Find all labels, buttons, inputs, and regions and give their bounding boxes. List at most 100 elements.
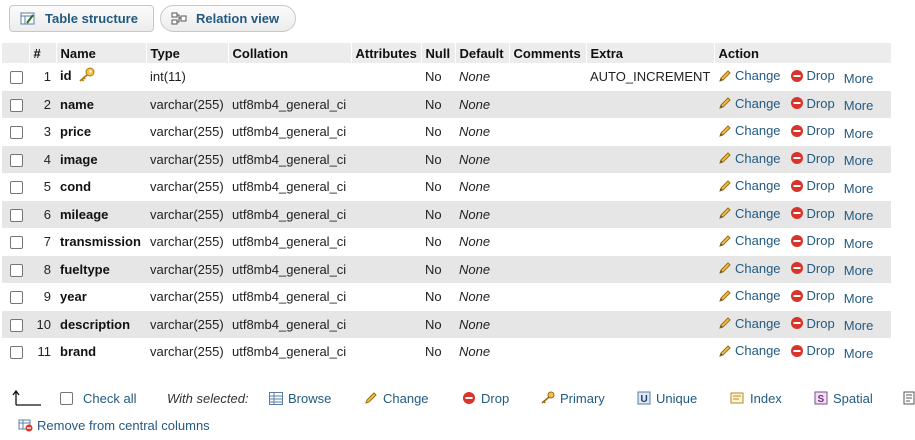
column-name-cell: brand bbox=[56, 338, 146, 366]
svg-text:U: U bbox=[641, 394, 648, 405]
change-label: Change bbox=[735, 343, 781, 358]
row-checkbox[interactable] bbox=[10, 346, 23, 360]
more-button[interactable]: More bbox=[844, 126, 874, 141]
change-button[interactable]: Change bbox=[718, 206, 781, 221]
row-actions: Change Drop More bbox=[714, 63, 891, 91]
column-name: mileage bbox=[60, 206, 109, 222]
change-button[interactable]: Change bbox=[718, 178, 781, 193]
change-label: Change bbox=[735, 288, 781, 303]
row-select-cell bbox=[2, 255, 29, 283]
more-button[interactable]: More bbox=[844, 346, 874, 361]
more-button[interactable]: More bbox=[844, 318, 874, 333]
column-default: None bbox=[459, 344, 491, 360]
column-header-type[interactable]: Type bbox=[146, 43, 229, 63]
change-button[interactable]: Change bbox=[718, 151, 781, 166]
drop-icon bbox=[790, 207, 803, 219]
more-button[interactable]: More bbox=[844, 71, 874, 86]
row-checkbox[interactable] bbox=[10, 263, 23, 277]
column-header-collation[interactable]: Collation bbox=[228, 43, 352, 63]
bulk-browse-button[interactable]: Browse bbox=[269, 388, 331, 408]
column-collation: utf8mb4_general_ci bbox=[232, 234, 347, 250]
row-checkbox[interactable] bbox=[10, 181, 23, 195]
spatial-icon: S bbox=[814, 391, 828, 405]
bulk-unique-button[interactable]: U Unique bbox=[637, 388, 697, 408]
column-attributes bbox=[351, 118, 421, 146]
drop-button[interactable]: Drop bbox=[790, 206, 835, 221]
drop-button[interactable]: Drop bbox=[790, 123, 835, 138]
row-checkbox[interactable] bbox=[10, 71, 23, 85]
more-button[interactable]: More bbox=[844, 263, 874, 278]
column-header-name[interactable]: Name bbox=[56, 43, 147, 63]
column-header-comments[interactable]: Comments bbox=[509, 43, 587, 63]
change-button[interactable]: Change bbox=[718, 261, 781, 276]
row-checkbox[interactable] bbox=[10, 291, 23, 305]
change-button[interactable]: Change bbox=[718, 316, 781, 331]
column-comments bbox=[509, 255, 586, 283]
column-collation: utf8mb4_general_ci bbox=[228, 200, 351, 228]
bulk-drop-button[interactable]: Drop bbox=[462, 388, 509, 408]
column-collation bbox=[228, 63, 351, 91]
more-button[interactable]: More bbox=[844, 236, 874, 251]
change-button[interactable]: Change bbox=[718, 123, 781, 138]
column-name-cell: year bbox=[56, 283, 146, 311]
column-collation: utf8mb4_general_ci bbox=[228, 310, 351, 338]
column-header-null[interactable]: Null bbox=[421, 43, 456, 63]
table-row: 5 cond varchar(255) utf8mb4_general_ci No Non… bbox=[2, 173, 891, 201]
tab-table-structure[interactable]: Table structure bbox=[9, 5, 154, 32]
column-name-cell: id bbox=[56, 63, 146, 91]
remove-central-columns-button[interactable]: Remove from central columns bbox=[18, 418, 210, 433]
column-header-extra[interactable]: Extra bbox=[586, 43, 715, 63]
drop-button[interactable]: Drop bbox=[790, 261, 835, 276]
row-checkbox[interactable] bbox=[10, 236, 23, 250]
row-actions: Change Drop More bbox=[714, 310, 891, 338]
change-label: Change bbox=[735, 315, 781, 331]
change-button[interactable]: Change bbox=[718, 68, 781, 83]
column-attributes bbox=[351, 255, 421, 283]
drop-icon bbox=[790, 179, 803, 192]
row-checkbox[interactable] bbox=[10, 98, 23, 112]
check-all-label[interactable]: Check all bbox=[83, 388, 136, 408]
change-button[interactable]: Change bbox=[718, 288, 781, 303]
change-button[interactable]: Change bbox=[718, 96, 781, 111]
column-header-num[interactable]: # bbox=[29, 43, 57, 63]
change-label: Change bbox=[735, 150, 781, 166]
bulk-change-button[interactable]: Change bbox=[364, 388, 429, 408]
row-checkbox[interactable] bbox=[10, 153, 23, 167]
drop-button[interactable]: Drop bbox=[790, 316, 835, 331]
drop-button[interactable]: Drop bbox=[790, 343, 835, 358]
drop-button[interactable]: Drop bbox=[790, 96, 835, 111]
tab-relation-view[interactable]: Relation view bbox=[160, 5, 296, 32]
more-button[interactable]: More bbox=[844, 153, 874, 168]
row-checkbox[interactable] bbox=[10, 318, 23, 332]
relation-view-icon bbox=[171, 11, 187, 26]
column-header-attributes[interactable]: Attributes bbox=[351, 43, 422, 63]
checkbox[interactable] bbox=[60, 391, 73, 405]
more-button[interactable]: More bbox=[844, 208, 874, 223]
drop-button[interactable]: Drop bbox=[790, 288, 835, 303]
drop-button[interactable]: Drop bbox=[790, 151, 835, 166]
bulk-primary-button[interactable]: Primary bbox=[540, 388, 605, 408]
more-button[interactable]: More bbox=[844, 181, 874, 196]
row-checkbox[interactable] bbox=[10, 208, 23, 222]
drop-button[interactable]: Drop bbox=[790, 178, 835, 193]
more-button[interactable]: More bbox=[844, 291, 874, 306]
table-row: 3 price varchar(255) utf8mb4_general_ci No No… bbox=[2, 118, 891, 146]
column-collation: utf8mb4_general_ci bbox=[232, 179, 347, 195]
column-header-default[interactable]: Default bbox=[455, 43, 510, 63]
more-button[interactable]: More bbox=[844, 98, 874, 113]
bulk-index-button[interactable]: Index bbox=[730, 388, 782, 408]
column-extra bbox=[586, 228, 714, 256]
bulk-spatial-button[interactable]: S Spatial bbox=[814, 388, 873, 408]
column-name: name bbox=[60, 96, 94, 112]
change-button[interactable]: Change bbox=[718, 233, 781, 248]
change-button[interactable]: Change bbox=[718, 343, 781, 358]
check-all-checkbox[interactable] bbox=[60, 388, 73, 408]
drop-button[interactable]: Drop bbox=[790, 233, 835, 248]
row-checkbox[interactable] bbox=[10, 126, 23, 140]
row-actions: Change Drop More bbox=[714, 145, 891, 173]
table-row: 7 transmission varchar(255) utf8mb4_general… bbox=[2, 228, 891, 256]
drop-icon bbox=[790, 69, 803, 82]
drop-label: Drop bbox=[806, 315, 835, 331]
fulltext-icon[interactable] bbox=[903, 388, 915, 408]
drop-button[interactable]: Drop bbox=[790, 68, 835, 83]
